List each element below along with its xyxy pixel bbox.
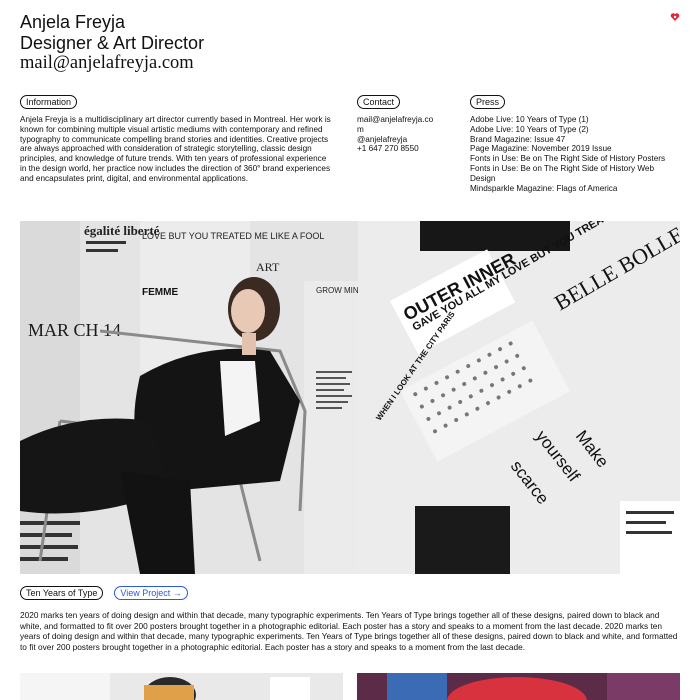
poster-femme: FEMME [142,287,178,298]
header-email-link[interactable]: mail@anjelafreyja.com [20,53,204,74]
press-item[interactable]: Adobe Live: 10 Years of Type (2) [470,125,680,135]
press-item[interactable]: Page Magazine: November 2019 Issue [470,144,680,154]
contact-email-link[interactable]: mail@anjelafreyja.co m [357,115,437,135]
project-thumbnail[interactable] [357,673,680,700]
project-title-tag[interactable]: Ten Years of Type [20,586,104,600]
poster-march: MAR CH 14 [28,320,121,340]
contact-phone[interactable]: +1 647 270 8550 [357,144,437,154]
information-tag: Information [20,95,78,109]
poster-love-but: LOVE BUT YOU TREATED ME LIKE A FOOL [142,231,324,241]
poster-art: ART [256,260,280,274]
press-section: Press Adobe Live: 10 Years of Type (1) A… [470,95,680,193]
contact-tag: Contact [357,95,401,109]
project-hero-image[interactable]: égalité liberté LOVE BUT YOU TREATED ME … [20,221,680,574]
next-project-thumbnails [20,673,680,700]
site-header: Anjela Freyja Designer & Art Director ma… [20,12,204,75]
contact-handle-link[interactable]: @anjelafreyja [357,135,437,145]
press-item[interactable]: Mindsparkle Magazine: Flags of America [470,184,680,194]
press-item[interactable]: Fonts in Use: Be on The Right Side of Hi… [470,154,680,164]
press-item[interactable]: Adobe Live: 10 Years of Type (1) [470,115,680,125]
heart-icon[interactable] [670,12,680,22]
site-name[interactable]: Anjela Freyja [20,12,204,33]
information-text: Anjela Freyja is a multidisciplinary art… [20,115,331,183]
site-role: Designer & Art Director [20,32,205,53]
press-item[interactable]: Brand Magazine: Issue 47 [470,135,680,145]
press-item[interactable]: Fonts in Use: Be on The Right Side of Hi… [470,164,680,184]
information-section: Information Anjela Freyja is a multidisc… [20,95,332,184]
project-thumbnail[interactable] [20,673,343,700]
contact-section: Contact mail@anjelafreyja.co m @anjelafre… [357,95,437,154]
project-caption-row: Ten Years of Type View Project → [20,586,188,600]
press-tag: Press [470,95,506,109]
view-project-link[interactable]: View Project → [114,586,188,600]
project-description: 2020 marks ten years of doing design and… [20,610,678,652]
